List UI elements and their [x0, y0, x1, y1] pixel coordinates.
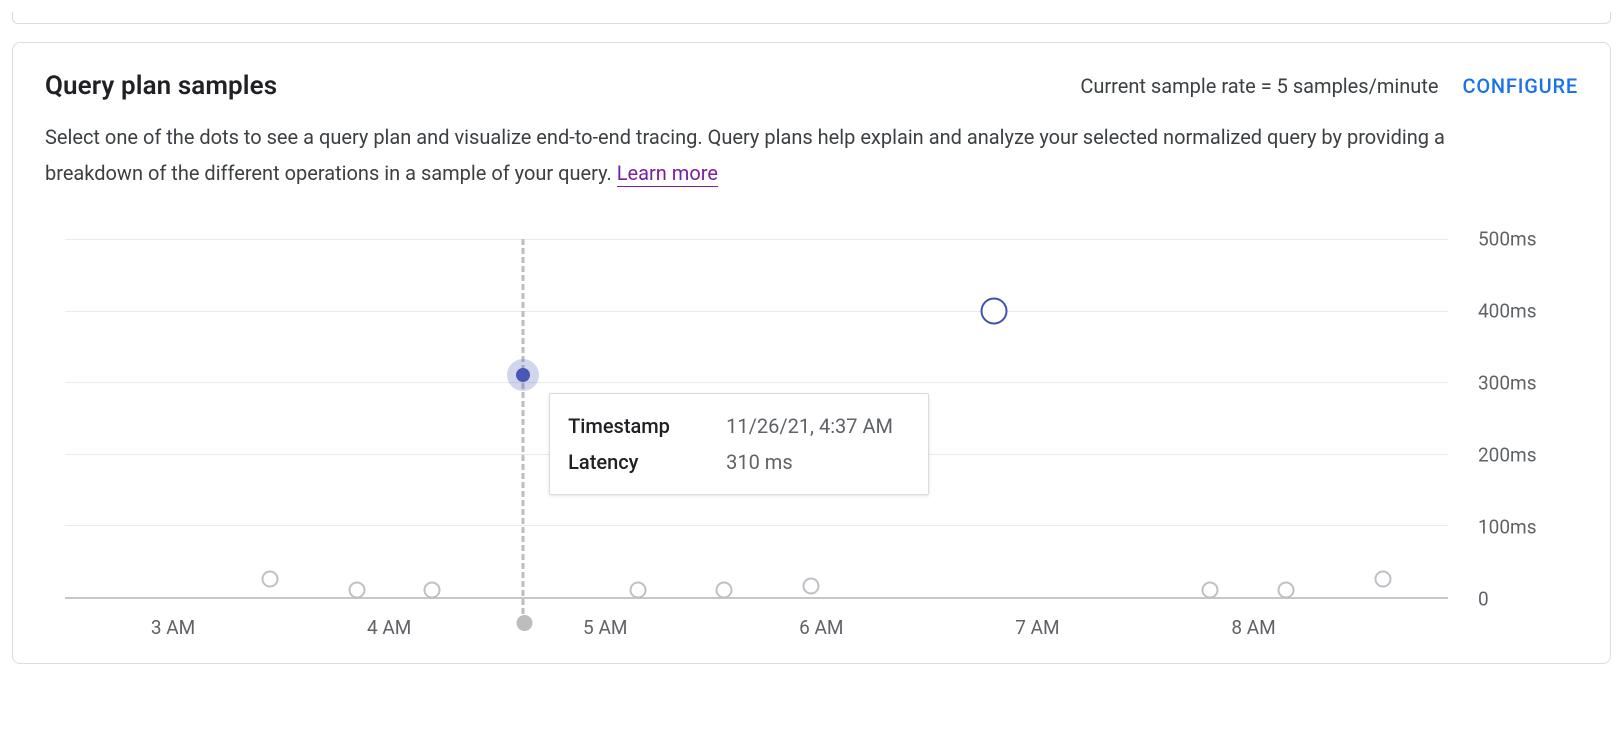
- tooltip-latency-value: 310 ms: [726, 450, 793, 474]
- y-axis-tick-label: 300ms: [1458, 372, 1578, 395]
- sample-dot[interactable]: [1375, 571, 1392, 588]
- y-axis-tick-label: 200ms: [1458, 444, 1578, 467]
- sample-dot[interactable]: [262, 571, 279, 588]
- sample-dot[interactable]: [802, 578, 819, 595]
- tooltip-timestamp-value: 11/26/21, 4:37 AM: [726, 414, 893, 438]
- x-axis-tick-label: 6 AM: [799, 616, 843, 639]
- y-axis-tick-label: 100ms: [1458, 516, 1578, 539]
- sample-dot[interactable]: [1202, 581, 1219, 598]
- card-title: Query plan samples: [45, 71, 277, 101]
- sample-rate-text: Current sample rate = 5 samples/minute: [1080, 74, 1438, 98]
- x-axis-tick-label: 4 AM: [367, 616, 411, 639]
- card-description: Select one of the dots to see a query pl…: [45, 119, 1445, 191]
- gridline: [65, 525, 1448, 526]
- y-axis-tick-label: 0: [1458, 588, 1578, 611]
- x-axis-tick-label: 3 AM: [151, 616, 195, 639]
- sample-dot[interactable]: [988, 304, 1001, 317]
- description-text: Select one of the dots to see a query pl…: [45, 125, 1445, 185]
- query-plan-samples-card: Query plan samples Current sample rate =…: [12, 42, 1611, 664]
- tooltip-timestamp-label: Timestamp: [568, 414, 698, 438]
- gridline: [65, 311, 1448, 312]
- chart-cursor-line: [522, 239, 525, 623]
- previous-card-edge: [12, 12, 1611, 24]
- x-axis-tick-label: 8 AM: [1231, 616, 1275, 639]
- sample-dot[interactable]: [629, 581, 646, 598]
- card-header-right: Current sample rate = 5 samples/minute C…: [1080, 74, 1578, 98]
- sample-dot[interactable]: [716, 581, 733, 598]
- y-axis-tick-label: 400ms: [1458, 300, 1578, 323]
- sample-dot[interactable]: [424, 581, 441, 598]
- learn-more-link[interactable]: Learn more: [617, 161, 718, 187]
- x-axis-tick-label: 5 AM: [583, 616, 627, 639]
- chart-tooltip: Timestamp 11/26/21, 4:37 AM Latency 310 ms: [549, 393, 929, 495]
- sample-dot[interactable]: [516, 368, 530, 382]
- tooltip-latency-label: Latency: [568, 450, 698, 474]
- configure-button[interactable]: CONFIGURE: [1462, 74, 1578, 98]
- x-axis-tick-label: 7 AM: [1015, 616, 1059, 639]
- sample-dot[interactable]: [1277, 581, 1294, 598]
- latency-scatter-chart[interactable]: Timestamp11/26/21, 4:37 AMLatency310 ms …: [45, 239, 1578, 639]
- gridline: [65, 239, 1448, 240]
- y-axis-tick-label: 500ms: [1458, 228, 1578, 251]
- sample-dot[interactable]: [348, 581, 365, 598]
- gridline: [65, 382, 1448, 383]
- card-header: Query plan samples Current sample rate =…: [45, 71, 1578, 101]
